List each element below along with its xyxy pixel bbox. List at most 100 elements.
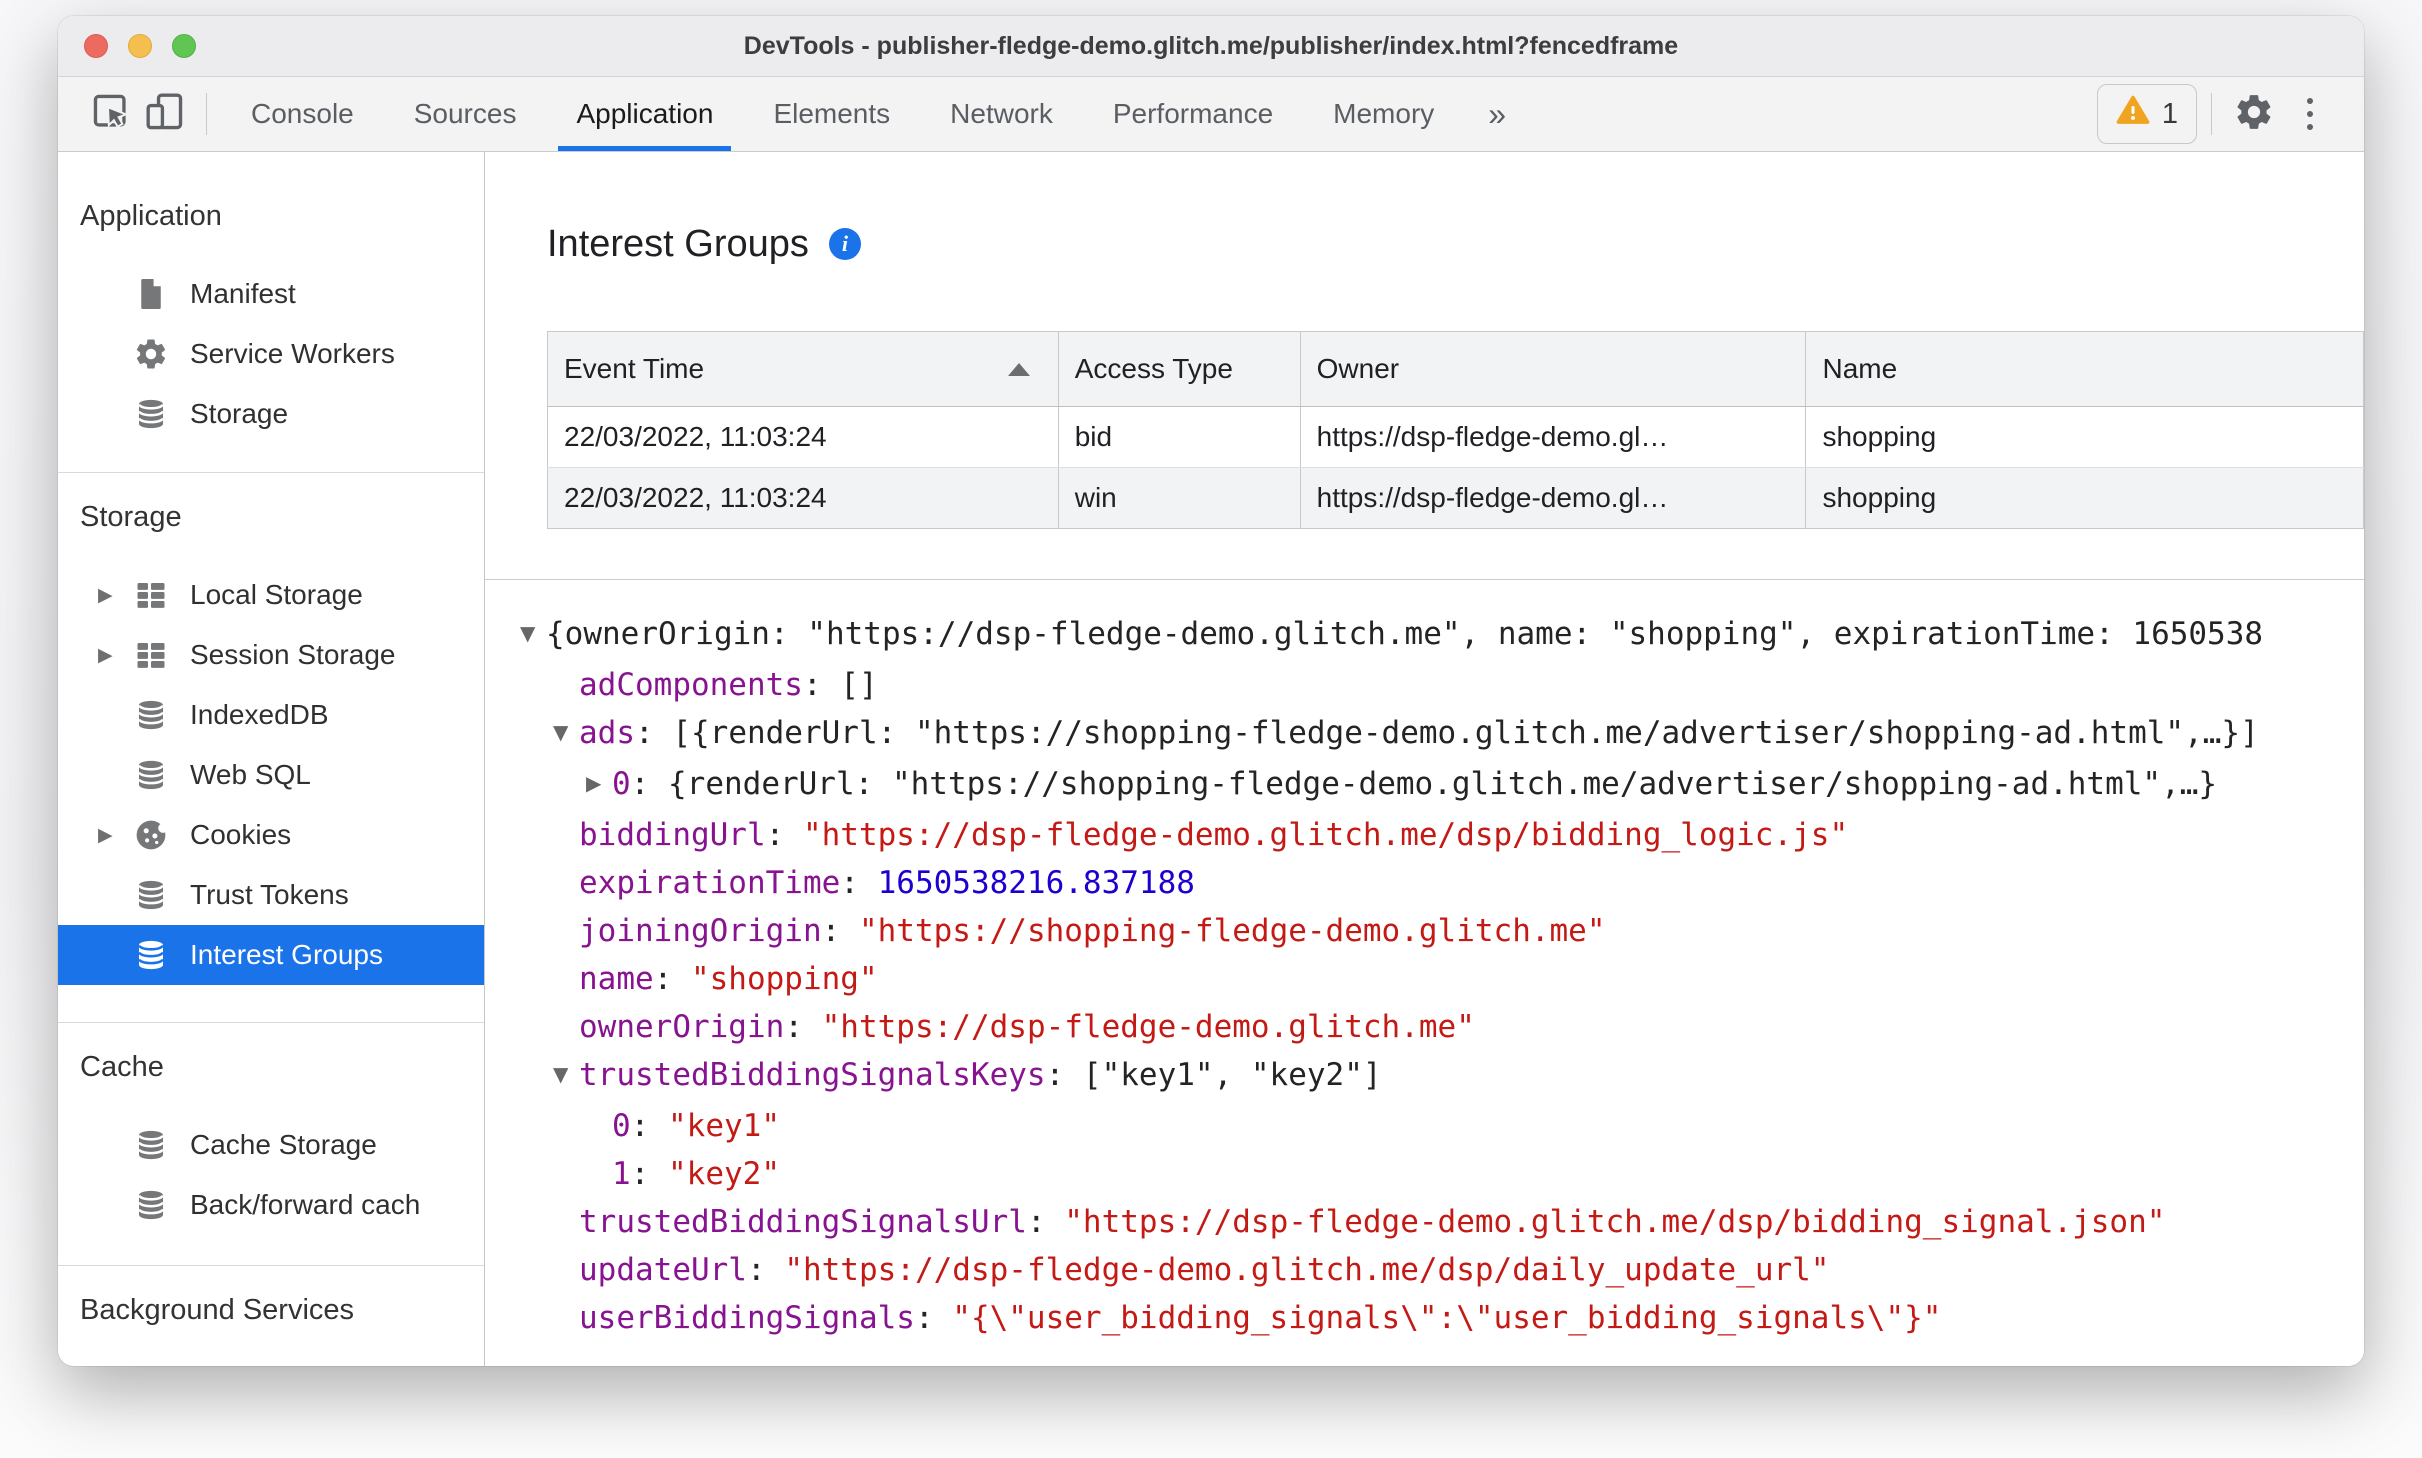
issues-badge[interactable]: 1 [2096, 84, 2197, 144]
table-icon [132, 636, 170, 674]
sidebar-item-trust-tokens[interactable]: Trust Tokens [58, 865, 484, 925]
tab-memory[interactable]: Memory [1303, 77, 1464, 151]
disclosure-triangle-icon[interactable]: ▼ [553, 1050, 579, 1098]
column-header-name[interactable]: Name [1805, 331, 2364, 407]
tree-segment-plain: : [653, 961, 691, 997]
tab-elements[interactable]: Elements [743, 77, 920, 151]
tree-segment-str: "key1" [668, 1108, 780, 1144]
info-icon[interactable]: i [828, 228, 861, 260]
tree-line[interactable]: ▼ ads: [{renderUrl: "https://shopping-fle… [485, 709, 2364, 760]
database-icon [132, 756, 170, 794]
disclosure-triangle-icon[interactable]: ▶ [586, 759, 612, 807]
tree-segment-plain: : [821, 913, 859, 949]
tree-line[interactable]: biddingUrl: "https://dsp-fledge-demo.gli… [485, 811, 2364, 859]
toolbar-divider [206, 93, 207, 135]
expander-triangle-icon[interactable]: ▶ [98, 644, 132, 667]
tab-sources[interactable]: Sources [384, 77, 547, 151]
table-row[interactable]: 22/03/2022, 11:03:24 win https://dsp-fledg… [547, 467, 2364, 529]
tree-line[interactable]: adComponents: [] [485, 661, 2364, 709]
tree-line[interactable]: name: "shopping" [485, 955, 2364, 1003]
more-tabs-button[interactable]: » [1464, 96, 1530, 133]
inspect-cursor-icon [89, 90, 133, 139]
database-icon [132, 1126, 170, 1164]
tree-segment-key: ownerOrigin [579, 1009, 785, 1045]
disclosure-triangle-icon[interactable]: ▼ [553, 708, 579, 756]
tree-segment-str: "https://dsp-fledge-demo.glitch.me/dsp/b… [802, 817, 1849, 853]
tree-line[interactable]: ▶ 0: {renderUrl: "https://shopping-fledge… [485, 760, 2364, 811]
column-header-owner[interactable]: Owner [1300, 331, 1807, 407]
tree-line[interactable]: userBiddingSignals: "{\"user_bidding_sig… [485, 1294, 2364, 1342]
tree-segment-plain: : ["key1", "key2"] [1045, 1057, 1382, 1093]
tree-segment-str: "key2" [668, 1156, 780, 1192]
interest-groups-panel: Interest Groups i Event Time Access Type O… [485, 152, 2364, 1366]
cell-event-time: 22/03/2022, 11:03:24 [547, 467, 1059, 529]
tree-line[interactable]: 1: "key2" [485, 1150, 2364, 1198]
tree-segment-key: trustedBiddingSignalsKeys [579, 1057, 1046, 1093]
tree-segment-key: expirationTime [579, 865, 841, 901]
sidebar-section-title: Background Services [80, 1294, 355, 1326]
tab-network[interactable]: Network [920, 77, 1083, 151]
sidebar-item-session-storage[interactable]: ▶ Session Storage [58, 625, 484, 685]
interest-groups-table: Event Time Access Type Owner Name 22/03/202… [547, 331, 2364, 529]
tree-line[interactable]: 0: "key1" [485, 1102, 2364, 1150]
tree-segment-plain: : {renderUrl: "https://shopping-fledge-d… [630, 766, 2218, 802]
expander-triangle-icon[interactable]: ▶ [98, 824, 132, 847]
inspect-element-button[interactable] [84, 87, 138, 141]
tree-line[interactable]: trustedBiddingSignalsUrl: "https://dsp-f… [485, 1198, 2364, 1246]
tree-segment-str: "https://dsp-fledge-demo.glitch.me" [821, 1009, 1475, 1045]
details-split-divider[interactable] [485, 579, 2364, 580]
main-menu-button[interactable] [2282, 86, 2338, 142]
sidebar-item-interest-groups[interactable]: Interest Groups [58, 925, 484, 985]
sidebar-item-back-forward-cach[interactable]: Back/forward cach [58, 1175, 484, 1235]
sidebar-item-label: Cookies [190, 819, 292, 850]
sidebar-item-label: Session Storage [190, 639, 396, 670]
tree-line[interactable]: expirationTime: 1650538216.837188 [485, 859, 2364, 907]
tree-line[interactable]: ▼ {ownerOrigin: "https://dsp-fledge-demo.… [485, 610, 2364, 661]
close-button[interactable] [84, 34, 108, 58]
settings-button[interactable] [2226, 86, 2282, 142]
tree-segment-num: 1650538216.837188 [877, 865, 1195, 901]
gear-icon [132, 335, 170, 373]
device-toolbar-button[interactable] [138, 87, 192, 141]
column-header-access-type[interactable]: Access Type [1058, 331, 1301, 407]
devtools-content: Application Manifest Service Workers Storag… [58, 152, 2364, 1366]
tree-segment-key: userBiddingSignals [579, 1300, 915, 1336]
tab-console[interactable]: Console [221, 77, 384, 151]
panel-header: Interest Groups i [485, 152, 2364, 266]
sidebar-item-cache-storage[interactable]: Cache Storage [58, 1115, 484, 1175]
window-title: DevTools - publisher-fledge-demo.glitch.… [743, 31, 1679, 60]
sidebar-item-background-fetch[interactable]: Background Fetch [58, 1358, 484, 1366]
tree-segment-plain: : [914, 1300, 953, 1336]
sidebar-item-indexeddb[interactable]: IndexedDB [58, 685, 484, 745]
sidebar-item-cookies[interactable]: ▶ Cookies [58, 805, 484, 865]
cell-access-type: bid [1058, 406, 1301, 468]
controls-divider [2211, 93, 2212, 135]
sidebar-item-label: IndexedDB [190, 699, 329, 730]
cell-name: shopping [1805, 406, 2364, 468]
tree-line[interactable]: joiningOrigin: "https://shopping-fledge-… [485, 907, 2364, 955]
cell-event-time: 22/03/2022, 11:03:24 [547, 406, 1059, 468]
maximize-button[interactable] [172, 34, 196, 58]
tree-line[interactable]: updateUrl: "https://dsp-fledge-demo.glit… [485, 1246, 2364, 1294]
sidebar-item-web-sql[interactable]: Web SQL [58, 745, 484, 805]
tree-segment-key: 0 [612, 766, 631, 802]
kebab-menu-icon [2307, 98, 2313, 130]
minimize-button[interactable] [128, 34, 152, 58]
tree-line[interactable]: ownerOrigin: "https://dsp-fledge-demo.gl… [485, 1003, 2364, 1051]
table-row[interactable]: 22/03/2022, 11:03:24 bid https://dsp-fledg… [547, 406, 2364, 468]
column-header-event-time[interactable]: Event Time [547, 331, 1059, 407]
tree-segment-key: name [579, 961, 654, 997]
tree-line[interactable]: ▼ trustedBiddingSignalsKeys: ["key1", "ke… [485, 1051, 2364, 1102]
tab-application[interactable]: Application [546, 77, 743, 151]
sidebar-item-manifest[interactable]: Manifest [58, 264, 484, 324]
sidebar-item-local-storage[interactable]: ▶ Local Storage [58, 565, 484, 625]
panel-tabs: Console Sources Application Elements Network… [221, 77, 1464, 151]
device-toolbar-icon [143, 90, 187, 139]
sidebar-item-service-workers[interactable]: Service Workers [58, 324, 484, 384]
sidebar-section-title: Cache [80, 1051, 164, 1083]
sidebar-item-storage[interactable]: Storage [58, 384, 484, 444]
tab-performance[interactable]: Performance [1083, 77, 1303, 151]
disclosure-triangle-icon[interactable]: ▼ [520, 610, 546, 657]
expander-triangle-icon[interactable]: ▶ [98, 584, 132, 607]
tree-segment-str: "https://dsp-fledge-demo.glitch.me/dsp/d… [784, 1252, 1830, 1288]
